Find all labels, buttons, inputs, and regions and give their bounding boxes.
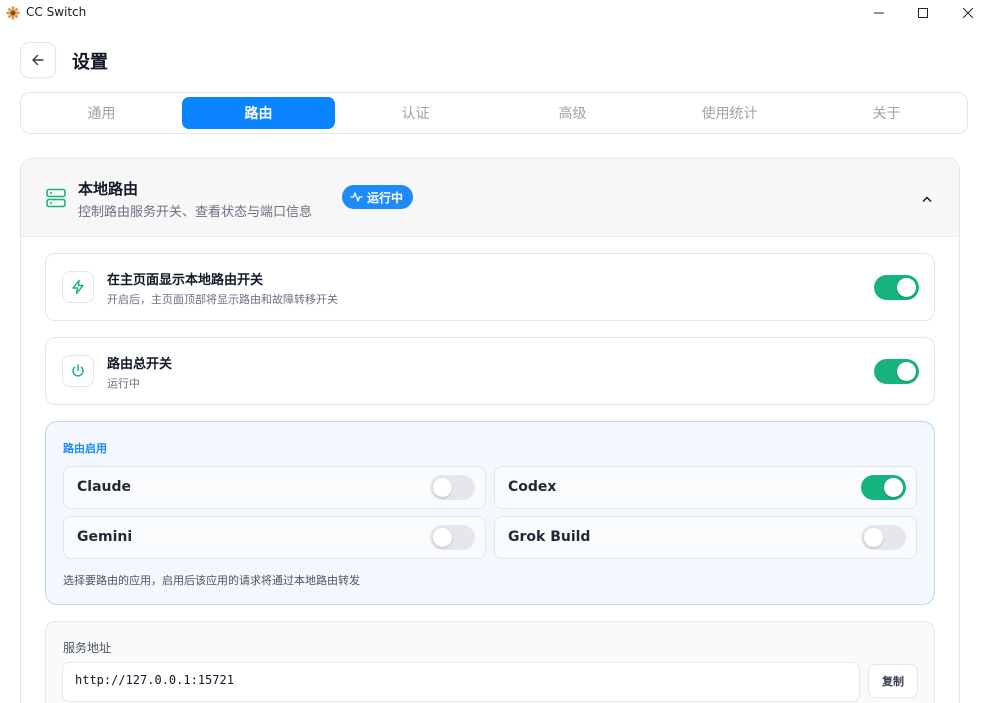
activity-icon bbox=[350, 192, 363, 202]
settings-tabs: 通用 路由 认证 高级 使用统计 关于 bbox=[20, 92, 968, 134]
app-row-gemini: Gemini bbox=[63, 516, 486, 559]
service-address-field[interactable]: http://127.0.0.1:15721 bbox=[62, 662, 860, 702]
collapse-button[interactable] bbox=[917, 189, 937, 209]
maximize-button[interactable] bbox=[900, 0, 946, 26]
arrow-left-icon bbox=[32, 54, 44, 66]
title-bar: CC Switch bbox=[0, 0, 985, 26]
power-icon bbox=[72, 364, 84, 377]
tab-advanced[interactable]: 高级 bbox=[496, 97, 649, 129]
routing-master-switch-row: 路由总开关 运行中 bbox=[45, 337, 935, 405]
switch-knob bbox=[884, 478, 903, 497]
page-title: 设置 bbox=[72, 52, 108, 73]
app-row-codex: Codex bbox=[494, 466, 917, 509]
row-title: 路由总开关 bbox=[107, 357, 173, 372]
section-subtitle: 控制路由服务开关、查看状态与端口信息 bbox=[78, 205, 313, 220]
show-routing-toggle-row: 在主页面显示本地路由开关 开启后，主页面顶部将显示路由和故障转移开关 bbox=[45, 253, 935, 321]
app-name: Gemini bbox=[77, 529, 133, 545]
service-address-label: 服务地址 bbox=[63, 641, 112, 655]
switch-knob bbox=[433, 478, 452, 497]
app-row-grok-build: Grok Build bbox=[494, 516, 917, 559]
grok-build-switch[interactable] bbox=[861, 525, 906, 550]
section-header[interactable]: 本地路由 控制路由服务开关、查看状态与端口信息 运行中 bbox=[21, 159, 959, 237]
service-address-panel: 服务地址 http://127.0.0.1:15721 复制 bbox=[45, 621, 935, 703]
chevron-up-icon bbox=[922, 196, 932, 202]
close-button[interactable] bbox=[945, 0, 985, 26]
switch-knob bbox=[864, 528, 883, 547]
section-title: 本地路由 bbox=[78, 180, 139, 198]
lightning-icon bbox=[72, 279, 84, 295]
app-name: Grok Build bbox=[508, 529, 591, 545]
routing-enable-panel: 路由启用 Claude Codex Gemini Grok Build 选择要路… bbox=[45, 421, 935, 605]
routing-enable-hint: 选择要路由的应用，启用后该应用的请求将通过本地路由转发 bbox=[63, 574, 360, 587]
local-routing-section: 本地路由 控制路由服务开关、查看状态与端口信息 运行中 在主页面显示本地路由开关… bbox=[20, 158, 960, 703]
minimize-button[interactable] bbox=[856, 0, 902, 26]
sunflower-app-icon bbox=[6, 6, 20, 20]
tab-usage-stats[interactable]: 使用统计 bbox=[653, 97, 806, 129]
row-title: 在主页面显示本地路由开关 bbox=[107, 273, 264, 288]
status-badge: 运行中 bbox=[342, 185, 414, 209]
switch-knob bbox=[897, 278, 916, 297]
app-name: Codex bbox=[508, 479, 557, 495]
row-subtitle: 开启后，主页面顶部将显示路由和故障转移开关 bbox=[107, 293, 338, 306]
routing-master-switch[interactable] bbox=[874, 359, 919, 384]
codex-switch[interactable] bbox=[861, 475, 906, 500]
tab-auth[interactable]: 认证 bbox=[339, 97, 492, 129]
server-icon bbox=[46, 188, 66, 208]
settings-page: 设置 通用 路由 认证 高级 使用统计 关于 本地路由 控制路由服务开关、查看状… bbox=[0, 26, 985, 703]
close-icon bbox=[963, 8, 973, 18]
tab-general[interactable]: 通用 bbox=[25, 97, 178, 129]
row-icon-box bbox=[62, 271, 94, 303]
status-badge-label: 运行中 bbox=[367, 190, 404, 205]
window-title: CC Switch bbox=[26, 5, 87, 19]
maximize-icon bbox=[918, 8, 928, 18]
back-button[interactable] bbox=[20, 42, 56, 78]
row-subtitle: 运行中 bbox=[107, 377, 140, 390]
switch-knob bbox=[433, 528, 452, 547]
tab-routing[interactable]: 路由 bbox=[182, 97, 335, 129]
copy-button[interactable]: 复制 bbox=[868, 664, 918, 698]
gemini-switch[interactable] bbox=[430, 525, 475, 550]
switch-knob bbox=[897, 362, 916, 381]
routing-enable-title: 路由启用 bbox=[63, 442, 107, 455]
app-row-claude: Claude bbox=[63, 466, 486, 509]
tab-about[interactable]: 关于 bbox=[810, 97, 963, 129]
minimize-icon bbox=[874, 12, 884, 14]
show-routing-switch[interactable] bbox=[874, 275, 919, 300]
row-icon-box bbox=[62, 355, 94, 387]
app-name: Claude bbox=[77, 479, 132, 495]
claude-switch[interactable] bbox=[430, 475, 475, 500]
